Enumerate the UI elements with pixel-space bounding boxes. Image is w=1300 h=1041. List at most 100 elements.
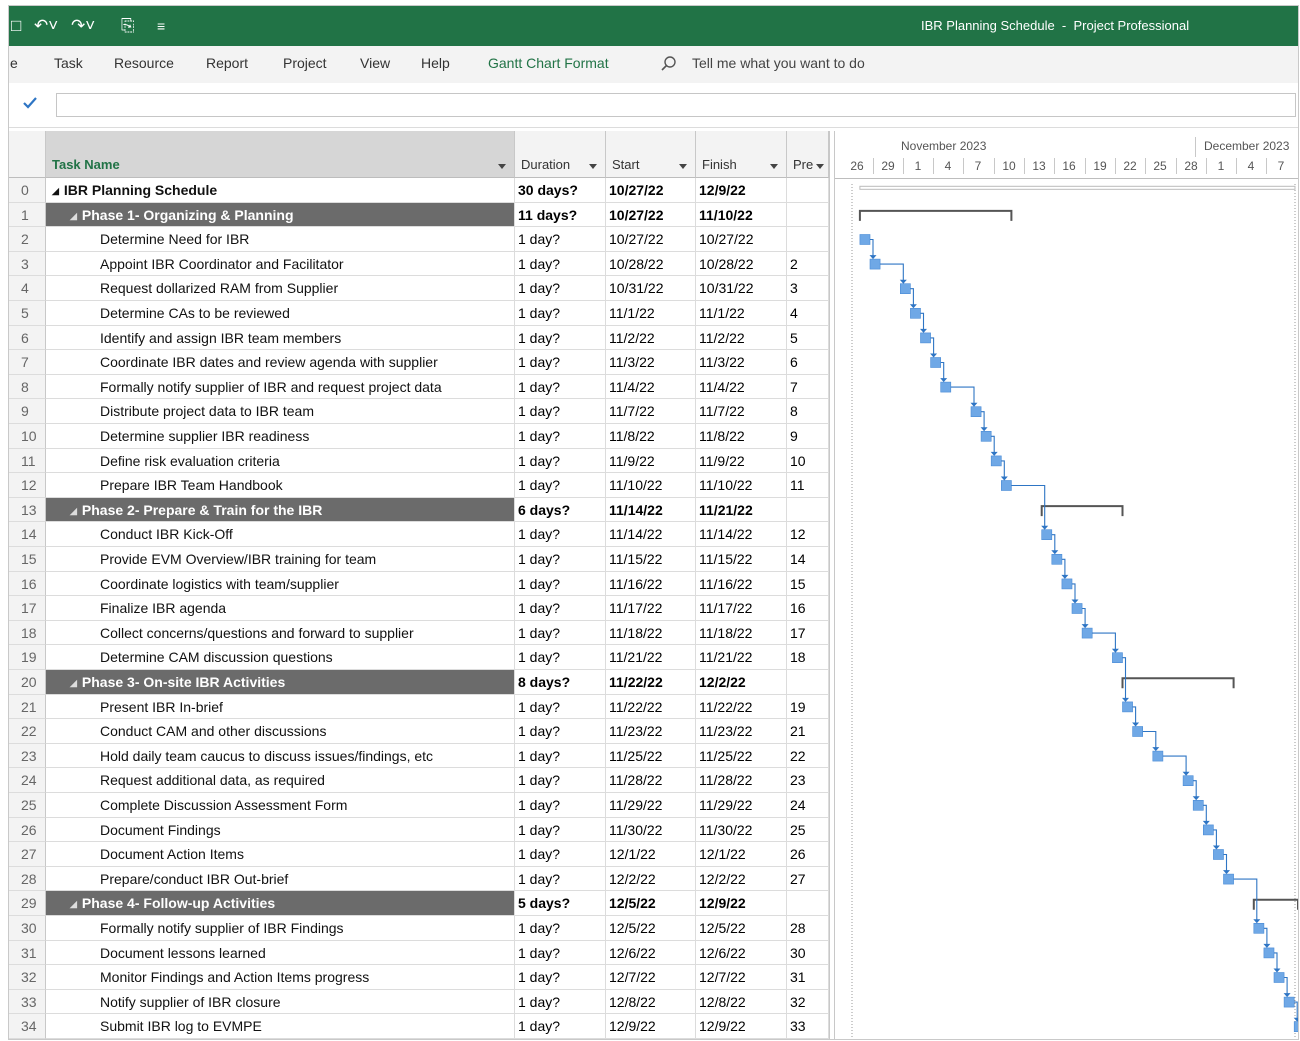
task-bar[interactable] bbox=[1061, 578, 1073, 590]
predecessors-cell[interactable]: 27 bbox=[787, 866, 829, 892]
duration-cell[interactable]: 1 day? bbox=[515, 399, 606, 424]
duration-cell[interactable]: 1 day? bbox=[515, 596, 606, 621]
task-bar[interactable] bbox=[990, 455, 1002, 467]
row-id[interactable]: 1 bbox=[9, 202, 46, 228]
row-id[interactable]: 22 bbox=[9, 719, 46, 744]
select-all-corner[interactable] bbox=[9, 131, 46, 178]
task-row[interactable]: 27 Document Action Items 1 day? 12/1/22 12/1… bbox=[9, 842, 829, 867]
task-bar[interactable] bbox=[1202, 824, 1214, 836]
row-id[interactable]: 31 bbox=[9, 940, 46, 966]
start-cell[interactable]: 11/7/22 bbox=[606, 399, 696, 424]
task-row[interactable]: 5 Determine CAs to be reviewed 1 day? 11/1/… bbox=[9, 301, 829, 326]
collapse-triangle-icon[interactable]: ◢ bbox=[70, 499, 77, 522]
start-cell[interactable]: 12/9/22 bbox=[606, 1014, 696, 1039]
task-bar[interactable] bbox=[1122, 701, 1133, 713]
task-name-cell[interactable]: Present IBR In-brief bbox=[46, 694, 515, 720]
start-cell[interactable]: 11/15/22 bbox=[606, 547, 696, 572]
task-name-cell[interactable]: Coordinate IBR dates and review agenda w… bbox=[46, 350, 515, 375]
predecessors-cell[interactable]: 22 bbox=[787, 743, 829, 769]
task-row[interactable]: 18 Collect concerns/questions and forward… bbox=[9, 620, 829, 646]
task-row[interactable]: 25 Complete Discussion Assessment Form 1 d… bbox=[9, 793, 829, 818]
duration-cell[interactable]: 11 days? bbox=[515, 202, 606, 228]
summary-bar[interactable] bbox=[858, 209, 1013, 221]
start-cell[interactable]: 11/14/22 bbox=[606, 497, 696, 523]
task-row[interactable]: 23 Hold daily team caucus to discuss issu… bbox=[9, 743, 829, 769]
task-name-cell[interactable]: ◢ Phase 2- Prepare & Train for the IBR bbox=[46, 497, 515, 523]
task-row[interactable]: 8 Formally notify supplier of IBR and req… bbox=[9, 374, 829, 400]
predecessors-cell[interactable]: 19 bbox=[787, 694, 829, 720]
duration-cell[interactable]: 1 day? bbox=[515, 448, 606, 474]
predecessors-cell[interactable]: 6 bbox=[787, 350, 829, 375]
task-row[interactable]: 21 Present IBR In-brief 1 day? 11/22/22 11/2… bbox=[9, 694, 829, 720]
start-cell[interactable]: 12/2/22 bbox=[606, 866, 696, 892]
duration-cell[interactable]: 30 days? bbox=[515, 178, 606, 203]
finish-cell[interactable]: 11/21/22 bbox=[696, 645, 787, 670]
finish-cell[interactable]: 11/23/22 bbox=[696, 719, 787, 744]
task-name-cell[interactable]: Hold daily team caucus to discuss issues… bbox=[46, 743, 515, 769]
predecessors-cell[interactable] bbox=[787, 227, 829, 252]
search-icon[interactable] bbox=[660, 55, 678, 73]
duration-cell[interactable]: 1 day? bbox=[515, 473, 606, 498]
predecessors-cell[interactable] bbox=[787, 891, 829, 916]
task-name-cell[interactable]: Distribute project data to IBR team bbox=[46, 399, 515, 424]
finish-cell[interactable]: 11/29/22 bbox=[696, 793, 787, 818]
duration-cell[interactable]: 1 day? bbox=[515, 817, 606, 843]
task-bar[interactable] bbox=[920, 332, 931, 344]
duration-cell[interactable]: 1 day? bbox=[515, 301, 606, 326]
finish-cell[interactable]: 11/2/22 bbox=[696, 325, 787, 351]
duration-cell[interactable]: 1 day? bbox=[515, 842, 606, 867]
task-row[interactable]: 24 Request additional data, as required 1 … bbox=[9, 768, 829, 793]
predecessors-cell[interactable]: 23 bbox=[787, 768, 829, 793]
start-cell[interactable]: 11/4/22 bbox=[606, 374, 696, 400]
task-name-cell[interactable]: Submit IBR log to EVMPE bbox=[46, 1014, 515, 1039]
start-cell[interactable]: 12/5/22 bbox=[606, 891, 696, 916]
finish-cell[interactable]: 11/15/22 bbox=[696, 547, 787, 572]
undo-icon[interactable]: ↶˅ bbox=[34, 16, 58, 36]
task-bar[interactable] bbox=[980, 431, 992, 442]
predecessors-cell[interactable]: 11 bbox=[787, 473, 829, 498]
duration-cell[interactable]: 1 day? bbox=[515, 793, 606, 818]
row-id[interactable]: 24 bbox=[9, 768, 46, 793]
finish-cell[interactable]: 11/10/22 bbox=[696, 473, 787, 498]
predecessors-cell[interactable]: 12 bbox=[787, 522, 829, 547]
row-id[interactable]: 0 bbox=[9, 178, 46, 203]
column-header-finish[interactable]: Finish bbox=[696, 131, 787, 178]
task-row[interactable]: 7 Coordinate IBR dates and review agenda … bbox=[9, 350, 829, 375]
task-row[interactable]: 22 Conduct CAM and other discussions 1 day… bbox=[9, 719, 829, 744]
task-bar[interactable] bbox=[1223, 873, 1234, 885]
task-row[interactable]: 16 Coordinate logistics with team/supplie… bbox=[9, 571, 829, 597]
start-cell[interactable]: 11/21/22 bbox=[606, 645, 696, 670]
finish-cell[interactable]: 12/6/22 bbox=[696, 940, 787, 966]
predecessors-cell[interactable]: 7 bbox=[787, 374, 829, 400]
row-id[interactable]: 33 bbox=[9, 989, 46, 1015]
task-row[interactable]: 10 Determine supplier IBR readiness 1 day?… bbox=[9, 424, 829, 449]
column-header-start[interactable]: Start bbox=[606, 131, 696, 178]
task-bar[interactable] bbox=[900, 283, 911, 294]
start-cell[interactable]: 11/29/22 bbox=[606, 793, 696, 818]
task-bar[interactable] bbox=[1001, 480, 1012, 491]
row-id[interactable]: 12 bbox=[9, 473, 46, 498]
task-bar[interactable] bbox=[859, 234, 871, 245]
finish-cell[interactable]: 11/10/22 bbox=[696, 202, 787, 228]
row-id[interactable]: 8 bbox=[9, 374, 46, 400]
row-id[interactable]: 10 bbox=[9, 424, 46, 449]
task-row[interactable]: 31 Document lessons learned 1 day? 12/6/22 1… bbox=[9, 940, 829, 966]
task-bar[interactable] bbox=[910, 308, 921, 319]
duration-cell[interactable]: 1 day? bbox=[515, 276, 606, 301]
start-cell[interactable]: 11/2/22 bbox=[606, 325, 696, 351]
task-name-cell[interactable]: Formally notify supplier of IBR Findings bbox=[46, 916, 515, 941]
collapse-triangle-icon[interactable]: ◢ bbox=[70, 204, 77, 227]
task-name-cell[interactable]: Identify and assign IBR team members bbox=[46, 325, 515, 351]
filter-dropdown-icon[interactable] bbox=[816, 164, 824, 169]
row-id[interactable]: 15 bbox=[9, 547, 46, 572]
predecessors-cell[interactable] bbox=[787, 670, 829, 695]
row-id[interactable]: 19 bbox=[9, 645, 46, 670]
task-row[interactable]: 3 Appoint IBR Coordinator and Facilitator… bbox=[9, 251, 829, 277]
duration-cell[interactable]: 8 days? bbox=[515, 670, 606, 695]
start-cell[interactable]: 11/22/22 bbox=[606, 694, 696, 720]
task-name-cell[interactable]: Prepare IBR Team Handbook bbox=[46, 473, 515, 498]
task-bar[interactable] bbox=[1213, 849, 1224, 860]
finish-cell[interactable]: 11/8/22 bbox=[696, 424, 787, 449]
row-id[interactable]: 29 bbox=[9, 891, 46, 916]
finish-cell[interactable]: 11/22/22 bbox=[696, 694, 787, 720]
